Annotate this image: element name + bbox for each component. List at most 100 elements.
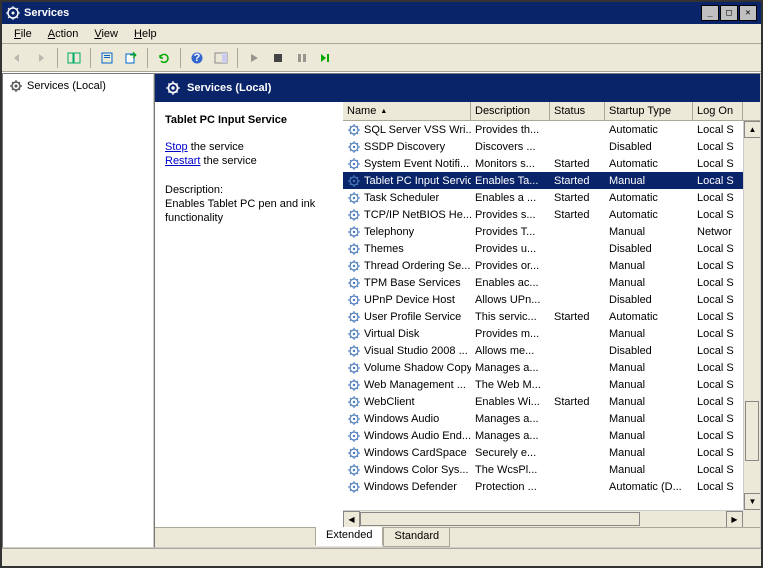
cell-logon: Local S (693, 209, 743, 221)
column-description[interactable]: Description (471, 102, 550, 120)
tree-root-label: Services (Local) (27, 80, 106, 92)
refresh-icon (157, 51, 171, 65)
table-row[interactable]: TCP/IP NetBIOS He...Provides s...Started… (343, 206, 760, 223)
help-button[interactable]: ? (186, 47, 208, 69)
cell-startup: Manual (605, 362, 693, 374)
column-startup[interactable]: Startup Type (605, 102, 693, 120)
menu-action[interactable]: Action (40, 26, 87, 42)
table-row[interactable]: Windows CardSpaceSecurely e...ManualLoca… (343, 444, 760, 461)
table-row[interactable]: User Profile ServiceThis servic...Starte… (343, 308, 760, 325)
table-row[interactable]: TelephonyProvides T...ManualNetwor (343, 223, 760, 240)
table-row[interactable]: Virtual DiskProvides m...ManualLocal S (343, 325, 760, 342)
column-name[interactable]: Name▲ (343, 102, 471, 120)
separator (180, 48, 181, 68)
restart-service-button[interactable] (315, 47, 337, 69)
cell-logon: Local S (693, 141, 743, 153)
table-row[interactable]: UPnP Device HostAllows UPn...DisabledLoc… (343, 291, 760, 308)
table-row[interactable]: Web Management ...The Web M...ManualLoca… (343, 376, 760, 393)
menu-file[interactable]: File (6, 26, 40, 42)
show-hide-action-button[interactable] (210, 47, 232, 69)
scroll-thumb-v[interactable] (745, 401, 759, 461)
cell-description: The WcsPl... (471, 464, 550, 476)
cell-logon: Local S (693, 379, 743, 391)
cell-description: Provides m... (471, 328, 550, 340)
properties-button[interactable] (96, 47, 118, 69)
restart-link[interactable]: Restart (165, 155, 200, 167)
cell-startup: Manual (605, 226, 693, 238)
cell-logon: Local S (693, 328, 743, 340)
cell-startup: Manual (605, 260, 693, 272)
cell-startup: Automatic (605, 124, 693, 136)
maximize-button[interactable]: □ (720, 5, 738, 21)
cell-logon: Local S (693, 413, 743, 425)
cell-startup: Disabled (605, 294, 693, 306)
titlebar[interactable]: Services _ □ ✕ (2, 2, 761, 24)
show-hide-tree-button[interactable] (63, 47, 85, 69)
stop-service-button[interactable] (267, 47, 289, 69)
service-list: Name▲ Description Status Startup Type Lo… (343, 102, 760, 527)
scroll-right-button[interactable]: ▶ (726, 511, 743, 527)
cell-name: Volume Shadow Copy (343, 361, 471, 375)
close-button[interactable]: ✕ (739, 5, 757, 21)
table-row[interactable]: WebClientEnables Wi...StartedManualLocal… (343, 393, 760, 410)
stop-suffix: the service (188, 141, 244, 153)
sort-asc-icon: ▲ (380, 108, 387, 115)
cell-description: Enables Wi... (471, 396, 550, 408)
toolbar: ? (2, 44, 761, 72)
cell-logon: Local S (693, 362, 743, 374)
column-status[interactable]: Status (550, 102, 605, 120)
forward-button[interactable] (30, 47, 52, 69)
menu-view[interactable]: View (86, 26, 126, 42)
cell-name: Web Management ... (343, 378, 471, 392)
back-button[interactable] (6, 47, 28, 69)
scrollbar-horizontal[interactable]: ◀ ▶ (343, 510, 743, 527)
table-row[interactable]: ThemesProvides u...DisabledLocal S (343, 240, 760, 257)
export-button[interactable] (120, 47, 142, 69)
help-icon: ? (190, 51, 204, 65)
table-row[interactable]: SSDP DiscoveryDiscovers ...DisabledLocal… (343, 138, 760, 155)
cell-description: Discovers ... (471, 141, 550, 153)
description-text: Enables Tablet PC pen and ink functional… (165, 198, 315, 224)
cell-startup: Manual (605, 464, 693, 476)
stop-icon (272, 52, 284, 64)
cell-description: The Web M... (471, 379, 550, 391)
refresh-button[interactable] (153, 47, 175, 69)
table-row[interactable]: SQL Server VSS Wri...Provides th...Autom… (343, 121, 760, 138)
list-body[interactable]: SQL Server VSS Wri...Provides th...Autom… (343, 121, 760, 527)
table-row[interactable]: Windows AudioManages a...ManualLocal S (343, 410, 760, 427)
scroll-up-button[interactable]: ▲ (744, 121, 760, 138)
pause-service-button[interactable] (291, 47, 313, 69)
column-logon[interactable]: Log On (693, 102, 743, 120)
cell-description: Provides T... (471, 226, 550, 238)
table-row[interactable]: Task SchedulerEnables a ...StartedAutoma… (343, 189, 760, 206)
cell-startup: Disabled (605, 141, 693, 153)
tree-root-item[interactable]: Services (Local) (7, 78, 149, 94)
start-service-button[interactable] (243, 47, 265, 69)
cell-description: Enables ac... (471, 277, 550, 289)
cell-startup: Manual (605, 277, 693, 289)
tree-pane[interactable]: Services (Local) (2, 73, 154, 548)
table-row[interactable]: Windows DefenderProtection ...Automatic … (343, 478, 760, 495)
content-header: Services (Local) (155, 74, 760, 102)
table-row[interactable]: Windows Color Sys...The WcsPl...ManualLo… (343, 461, 760, 478)
cell-status: Started (550, 192, 605, 204)
stop-link[interactable]: Stop (165, 141, 188, 153)
table-row[interactable]: Visual Studio 2008 ...Allows me...Disabl… (343, 342, 760, 359)
scroll-left-button[interactable]: ◀ (343, 511, 360, 527)
table-row[interactable]: Volume Shadow CopyManages a...ManualLoca… (343, 359, 760, 376)
scrollbar-vertical[interactable]: ▲ ▼ (743, 121, 760, 510)
scroll-thumb-h[interactable] (360, 512, 640, 526)
table-row[interactable]: System Event Notifi...Monitors s...Start… (343, 155, 760, 172)
cell-logon: Local S (693, 158, 743, 170)
table-row[interactable]: Thread Ordering Se...Provides or...Manua… (343, 257, 760, 274)
minimize-button[interactable]: _ (701, 5, 719, 21)
window-title: Services (24, 7, 701, 19)
tab-standard[interactable]: Standard (383, 528, 450, 547)
table-row[interactable]: Tablet PC Input ServiceEnables Ta...Star… (343, 172, 760, 189)
scroll-down-button[interactable]: ▼ (744, 493, 760, 510)
detail-pane: Tablet PC Input Service Stop the service… (155, 102, 343, 527)
menu-help[interactable]: Help (126, 26, 165, 42)
table-row[interactable]: Windows Audio End...Manages a...ManualLo… (343, 427, 760, 444)
table-row[interactable]: TPM Base ServicesEnables ac...ManualLoca… (343, 274, 760, 291)
tab-extended[interactable]: Extended (315, 527, 383, 546)
